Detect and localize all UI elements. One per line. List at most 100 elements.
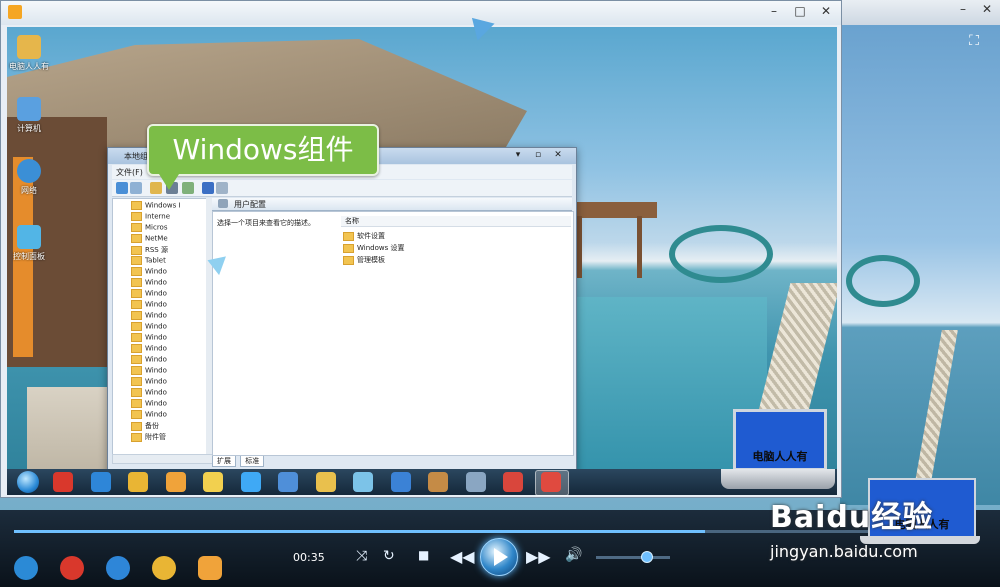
laptop-logo: 电脑人人有 [721,407,835,493]
tree-item[interactable]: Tablet [131,256,166,267]
media-icon[interactable] [165,472,186,492]
back-icon[interactable] [116,182,128,194]
desktop-video-frame: 电脑人人有 计算机 网络 控制面板 本地组 ▾ ▫ ✕ 文件(F) Window… [7,27,837,495]
maximize-button[interactable]: ▫ [532,149,544,161]
close-button[interactable]: ✕ [817,4,835,18]
previous-icon[interactable]: ◀◀ [450,547,475,566]
tree-item[interactable]: Windows I [131,201,181,212]
tab-standard[interactable]: 标准 [240,456,265,467]
column-header-name[interactable]: 名称 [341,216,571,227]
next-icon[interactable]: ▶▶ [526,547,551,566]
tree-item[interactable]: NetMe [131,234,168,245]
app-red-icon[interactable] [53,472,73,492]
folder-icon [131,212,142,221]
explorer-icon[interactable] [315,472,336,492]
menu-file[interactable]: 文件(F) [116,167,143,178]
folder-icon [131,366,142,375]
tree-item[interactable]: Windo [131,278,167,289]
maximize-button[interactable]: □ [791,4,809,18]
play-button[interactable] [480,538,518,576]
tree-item[interactable]: Interne [131,212,170,223]
list-item[interactable]: Windows 设置 [343,243,404,253]
group-policy-window: 本地组 ▾ ▫ ✕ 文件(F) Windows I Interne Micros Ne… [107,147,577,476]
desktop-icon-label: 电脑人人有 [9,62,49,71]
folder-icon [343,243,354,253]
callout-bubble: Windows组件 [147,124,379,190]
folder-icon [131,388,142,397]
tree-horizontal-scrollbar[interactable] [112,454,214,464]
shuffle-icon[interactable]: ⤨ [356,548,367,564]
folder-icon [17,35,41,59]
red-app2-icon[interactable] [540,472,561,492]
qq-icon[interactable] [240,472,261,492]
folder-icon [343,231,354,241]
minimize-button[interactable]: – [954,3,972,15]
description-text: 选择一个项目来查看它的描述。 [217,219,315,227]
list-item[interactable]: 管理模板 [343,255,385,265]
tree-item[interactable]: Windo [131,399,167,410]
tree-item[interactable]: Windo [131,344,167,355]
control-panel-icon [17,225,41,249]
tree-item[interactable]: Micros [131,223,168,234]
tree-item[interactable]: Windo [131,311,167,322]
tab-extended[interactable]: 扩展 [212,456,236,467]
desktop-icon-computer[interactable]: 计算机 [7,97,51,134]
baidu-url: jingyan.baidu.com [770,542,918,561]
close-button[interactable]: ✕ [978,3,996,15]
folder-icon [343,255,354,265]
volume-icon[interactable]: 🔊 [565,547,582,563]
computer-icon [17,97,41,121]
tree-item[interactable]: Windo [131,366,167,377]
tree-item[interactable]: Windo [131,377,167,388]
desktop-icon-label: 网络 [21,186,37,195]
recycle-icon[interactable] [353,472,373,492]
list-item[interactable]: 软件设置 [343,231,385,241]
player-app-icon [8,5,22,19]
folder-icon [131,300,142,309]
folder-icon [131,245,142,255]
folder-icon [131,201,142,210]
desktop-icon-network[interactable]: 网络 [7,159,51,196]
tree-item[interactable]: 附件管 [131,432,166,443]
remote-icon[interactable] [278,472,298,492]
fullscreen-icon[interactable]: ⛶ [966,33,982,49]
help-icon[interactable] [202,182,214,194]
close-button[interactable]: ✕ [552,149,564,161]
repeat-icon[interactable]: ↻ [383,548,395,564]
time-display: 00:35 [293,551,325,564]
tree-item[interactable]: Windo [131,289,167,300]
minimize-button[interactable]: ▾ [512,149,524,161]
desktop-icon-folder[interactable]: 电脑人人有 [7,35,51,72]
desktop-icon-control-panel[interactable]: 控制面板 [7,225,51,262]
user-config-icon [218,199,228,208]
gear-blue-icon[interactable] [390,472,411,492]
minimize-button[interactable]: – [765,4,783,18]
start-button[interactable] [17,471,39,493]
tree-item[interactable]: 备份 [131,421,159,432]
settings-icon[interactable] [465,472,486,492]
desktop-icon-label: 控制面板 [13,252,45,261]
tree-item[interactable]: Windo [131,322,167,333]
background-video [840,25,1000,510]
tree-item[interactable]: Windo [131,267,167,278]
red-app-icon[interactable] [503,472,523,492]
paint-icon[interactable] [428,472,448,492]
volume-slider[interactable] [596,556,670,559]
tree-item[interactable]: Windo [131,333,167,344]
tree-item[interactable]: Windo [131,355,167,366]
forward-icon[interactable] [130,182,142,194]
notes-icon[interactable] [203,472,223,492]
properties-icon[interactable] [216,182,228,194]
volume-knob[interactable] [641,551,653,563]
export-icon[interactable] [182,182,194,194]
ie-icon[interactable] [90,472,111,492]
bg-start-orb [14,556,38,580]
tree-item[interactable]: Windo [131,388,167,399]
folder-icon [131,289,142,298]
bg-media-icon [198,556,222,580]
tree-item[interactable]: Windo [131,300,167,311]
tree-item[interactable]: RSS 源 [131,245,168,256]
stop-icon[interactable]: ■ [418,548,429,562]
tree-item[interactable]: Windo [131,410,167,421]
chrome-icon[interactable] [128,472,148,492]
